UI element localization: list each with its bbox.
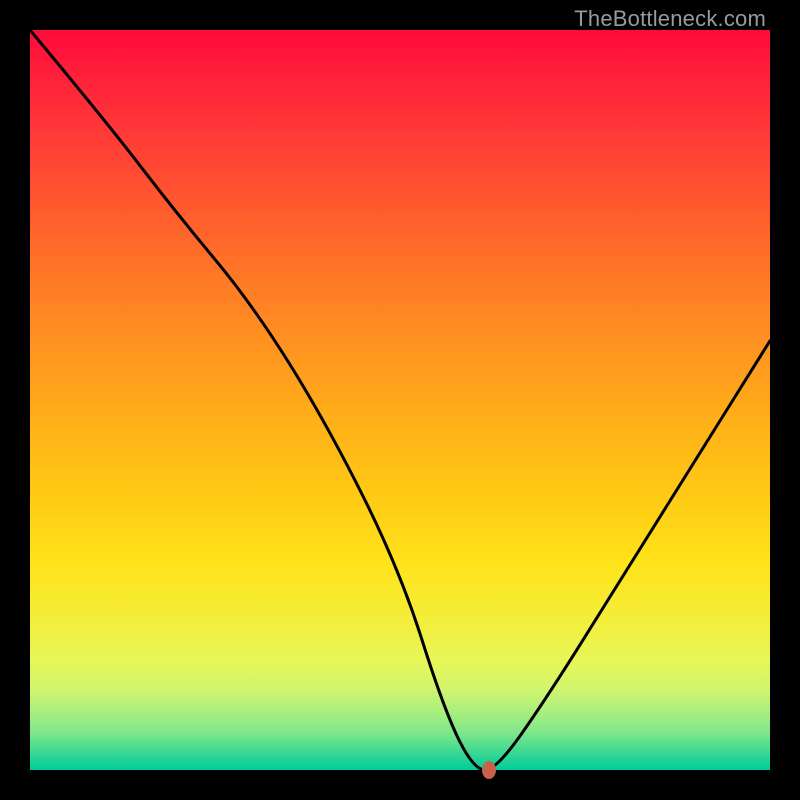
- plot-area: [30, 30, 770, 770]
- bottleneck-curve: [30, 30, 770, 770]
- watermark-text: TheBottleneck.com: [574, 6, 766, 32]
- chart-frame: TheBottleneck.com: [0, 0, 800, 800]
- optimal-marker: [482, 761, 496, 779]
